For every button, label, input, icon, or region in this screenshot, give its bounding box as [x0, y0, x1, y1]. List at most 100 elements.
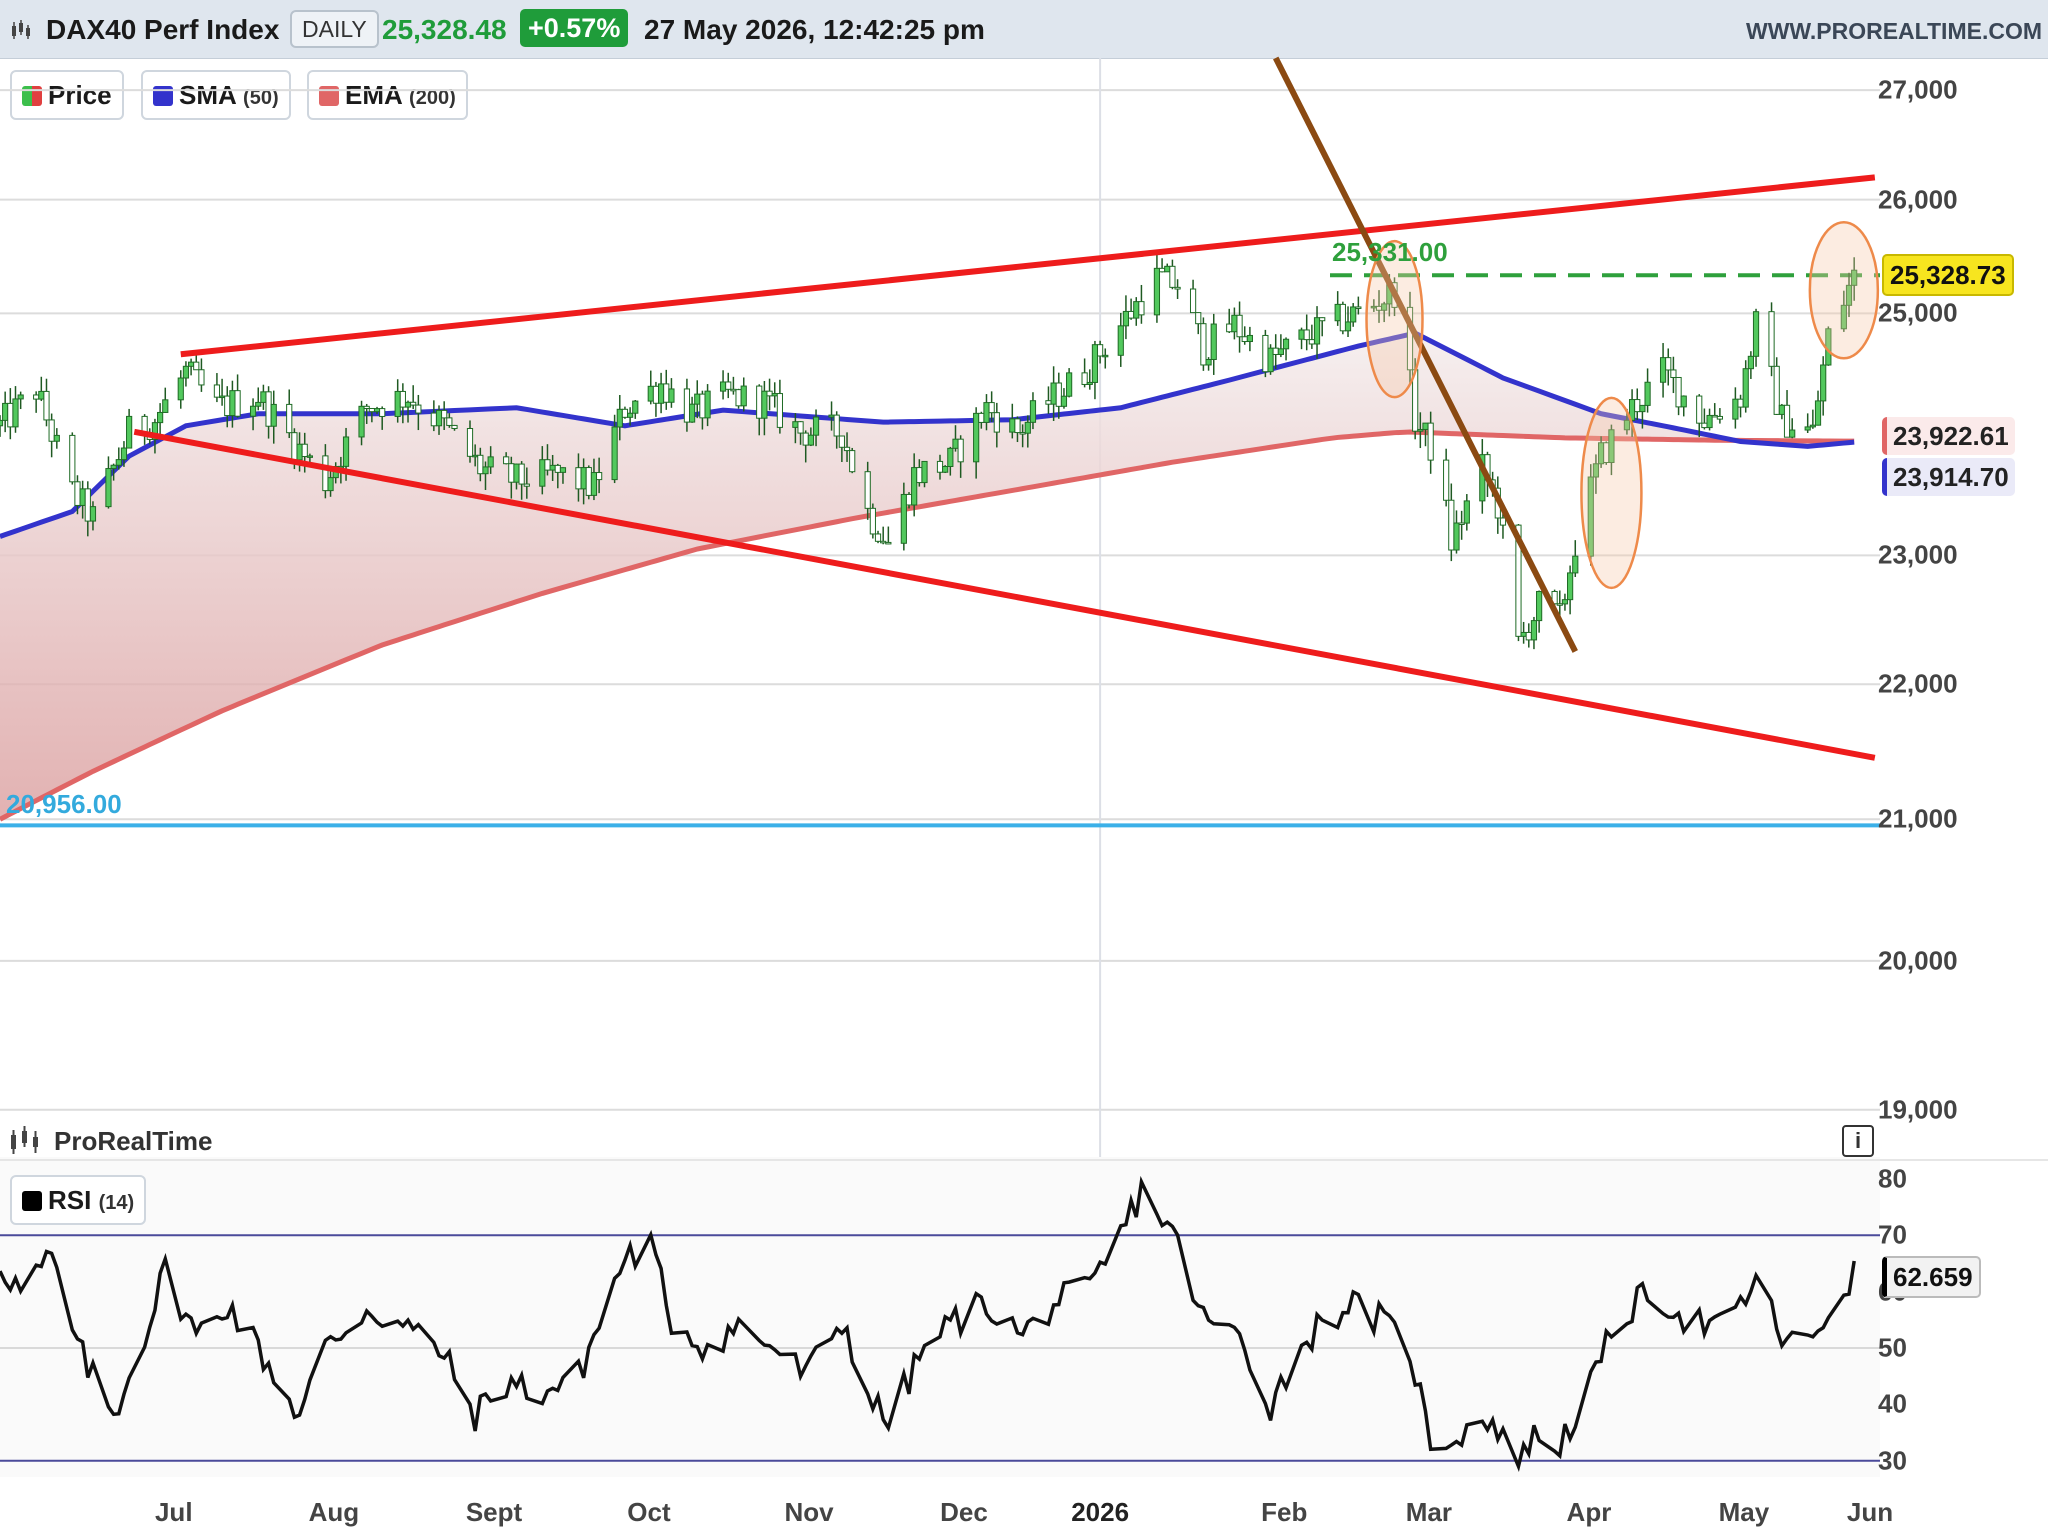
candle: [1742, 360, 1749, 413]
candle-body: [725, 381, 732, 390]
y-tick-label: 27,000: [1878, 74, 1958, 105]
candle-body: [1081, 372, 1088, 385]
candle-body: [43, 390, 50, 421]
candle-body: [1102, 354, 1109, 358]
candle-body: [1091, 344, 1099, 383]
candle-body: [1773, 365, 1780, 415]
candle-body: [590, 472, 598, 496]
candle: [1536, 590, 1543, 633]
candle-body: [229, 390, 236, 417]
candle-body: [7, 402, 14, 428]
candle-body: [379, 408, 386, 417]
candle-body: [1282, 338, 1290, 350]
candle-body: [415, 404, 422, 414]
price-chart[interactable]: [0, 0, 2048, 1536]
candle-body: [668, 388, 675, 403]
candle-body: [0, 419, 4, 427]
candle-body: [1133, 301, 1140, 319]
candle-body: [1701, 422, 1708, 429]
candle-body: [487, 456, 494, 468]
candle-body: [864, 471, 871, 509]
candle: [1448, 483, 1455, 562]
candle-body: [249, 405, 257, 417]
candle: [1195, 312, 1202, 335]
candle-body: [503, 456, 510, 465]
candle: [1789, 418, 1796, 439]
candle-body: [430, 412, 437, 427]
candle: [1773, 357, 1780, 416]
candle-body: [286, 403, 293, 434]
candle: [1670, 356, 1677, 394]
candle: [162, 387, 169, 413]
candle: [657, 372, 665, 414]
prorealtime-text: ProRealTime: [54, 1126, 213, 1156]
candle: [1783, 390, 1791, 438]
candle: [1241, 326, 1248, 345]
candle: [1752, 308, 1760, 367]
legend-rsi[interactable]: RSI (14): [10, 1175, 147, 1225]
candle-body: [1344, 321, 1352, 332]
candle-body: [1680, 395, 1687, 408]
candle-body: [1809, 424, 1816, 428]
candle-body: [905, 493, 913, 506]
candle-body: [797, 421, 804, 434]
x-tick-label: Feb: [1261, 1497, 1308, 1527]
x-tick-label: Jun: [1846, 1497, 1894, 1527]
candle: [1200, 317, 1207, 371]
candlestick-logo-icon: [11, 1126, 38, 1154]
candle-body: [162, 399, 169, 413]
candle-body: [17, 394, 24, 400]
candle-body: [1530, 620, 1538, 641]
candle-body: [157, 411, 164, 424]
candle-body: [1262, 334, 1269, 373]
candle: [988, 391, 995, 423]
candle: [1355, 296, 1362, 315]
x-tick-label: Dec: [940, 1497, 988, 1527]
candle: [869, 503, 876, 539]
candle: [776, 379, 783, 434]
candle-body: [213, 384, 221, 398]
candle: [1716, 408, 1723, 424]
candle-body: [1189, 288, 1197, 314]
candle: [1210, 313, 1217, 375]
candle-body: [1742, 368, 1749, 408]
candle-body: [89, 506, 97, 522]
rsi-swatch: [22, 1191, 42, 1211]
candle-body: [869, 507, 876, 535]
candle-body: [1086, 381, 1093, 385]
candle-body: [523, 483, 530, 487]
candle-body: [802, 432, 809, 446]
candle-body: [255, 401, 262, 407]
candle: [17, 391, 24, 410]
candle-body: [198, 369, 205, 386]
candle: [1644, 368, 1651, 413]
candle-body: [1572, 555, 1579, 574]
y-tick-label: 19,000: [1878, 1094, 1958, 1125]
candle-body: [807, 434, 814, 446]
upper-trend-line: [180, 174, 1876, 358]
candle-body: [1706, 414, 1713, 429]
candle: [1634, 388, 1641, 421]
y-tick-label: 21,000: [1878, 803, 1958, 834]
candle-body: [79, 488, 86, 506]
rsi-background: [0, 1157, 1880, 1477]
candle-body: [1153, 267, 1161, 316]
candle-body: [1313, 317, 1321, 345]
info-icon[interactable]: i: [1842, 1125, 1874, 1157]
candle: [255, 387, 262, 411]
candle-body: [1236, 314, 1243, 338]
candle: [1747, 351, 1754, 379]
candle-body: [1747, 355, 1754, 370]
candle-body: [1634, 399, 1641, 413]
candle-body: [1499, 517, 1507, 526]
candle: [182, 361, 190, 387]
candle: [1097, 340, 1104, 364]
candle-body: [632, 400, 639, 414]
candle-body: [1639, 404, 1646, 413]
candle-body: [296, 443, 303, 461]
candle-body: [849, 450, 856, 473]
candle-body: [1045, 400, 1052, 405]
candle: [1350, 303, 1357, 327]
candle: [1246, 326, 1253, 352]
candle-body: [38, 390, 45, 400]
